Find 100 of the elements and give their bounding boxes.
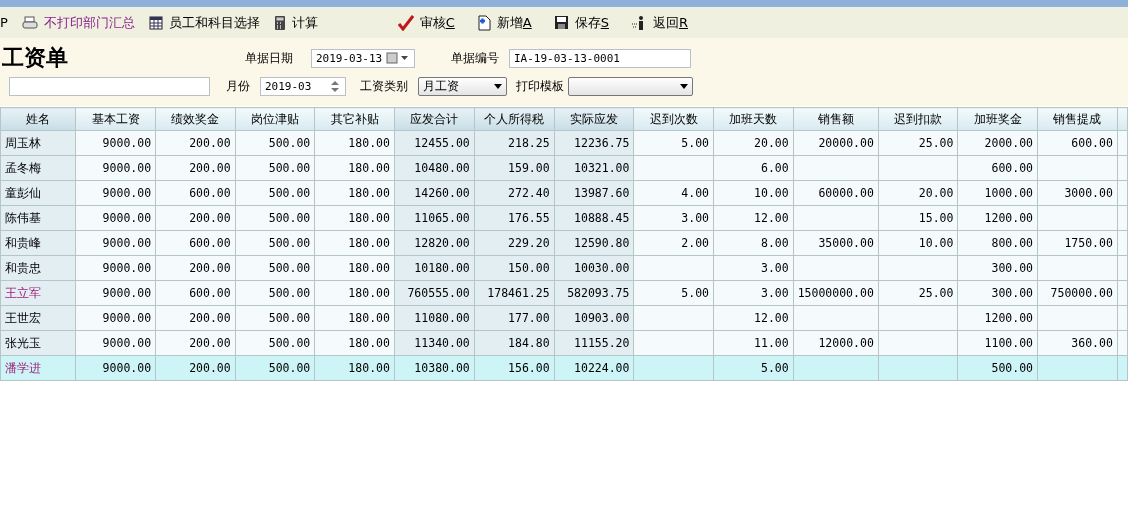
table-cell: 9000.00 [75,180,156,206]
toolbar-button[interactable]: 返回R [652,13,688,32]
table-cell: 500.00 [235,330,315,356]
table-cell: 177.00 [474,305,555,331]
table-row[interactable]: 和贵峰 9000.00 600.00 500.00 180.00 12820.00 229.20 12590.80 2.00 8.00 35000.00 10.00 800.00 1750.00 [0,230,1128,256]
table-cell: 180.00 [314,230,395,256]
name-cell: 潘学进 [0,355,76,381]
table-cell: 2.00 [633,230,714,256]
table-cell: 3.00 [633,205,714,231]
name-cell: 陈伟基 [0,205,76,231]
toolbar-button[interactable]: 不打印部门汇总 [43,13,135,32]
table-row[interactable]: 王世宏 9000.00 200.00 500.00 180.00 11080.00 177.00 10903.00 12.00 1200.00 [0,305,1128,331]
toolbar-button[interactable]: 员工和科目选择 [168,13,260,32]
table-cell: 11080.00 [394,305,475,331]
table-cell: 500.00 [235,255,315,281]
table-cell: 3000.00 [1037,180,1118,206]
table-row[interactable]: 张光玉 9000.00 200.00 500.00 180.00 11340.00 184.80 11155.20 11.00 12000.00 1100.00 360.00 [0,330,1128,356]
table-cell: 12000.00 [793,330,879,356]
table-cell: 272.40 [474,180,555,206]
new-document-icon[interactable] [476,14,491,31]
calculator-icon[interactable] [273,14,286,31]
name-cell: 和贵忠 [0,255,76,281]
table-cell: 8.00 [713,230,794,256]
table-cell: 10180.00 [394,255,475,281]
table-cell: 10321.00 [554,155,634,181]
toolbar-button[interactable]: 保存S [574,13,609,32]
table-cell: 200.00 [155,155,236,181]
print-template-dropdown[interactable] [568,76,693,96]
table-icon[interactable] [148,15,163,30]
table-cell: 500.00 [235,280,315,306]
document-number-field[interactable]: IA-19-03-13-0001 [509,48,691,68]
table-cell: 750000.00 [1037,280,1118,306]
name-cell: 孟冬梅 [0,155,76,181]
table-cell: 500.00 [235,305,315,331]
salary-type-dropdown[interactable]: 月工资 [418,76,507,96]
table-cell: 4.00 [633,180,714,206]
table-cell: 176.55 [474,205,555,231]
date-field[interactable]: 2019-03-13 [311,48,415,68]
text-field[interactable] [9,76,210,96]
form-title: 工资单 [2,43,69,72]
column-header[interactable]: 加班天数 [713,107,794,131]
table-cell: 1100.00 [957,330,1038,356]
table-cell: 10380.00 [394,355,475,381]
column-header[interactable]: 姓名 [0,107,76,131]
toolbar-button[interactable]: 审核C [419,13,455,32]
table-cell: 9000.00 [75,205,156,231]
table-cell: 180.00 [314,205,395,231]
table-cell: 300.00 [957,255,1038,281]
table-row[interactable]: 潘学进 9000.00 200.00 500.00 180.00 10380.00 156.00 10224.00 5.00 500.00 [0,355,1128,381]
calendar-dropdown-icon[interactable] [386,52,410,64]
table-cell: 760555.00 [394,280,475,306]
table-cell: 600.00 [155,180,236,206]
table-cell: 500.00 [235,130,315,156]
name-cell: 王世宏 [0,305,76,331]
table-cell: 180.00 [314,155,395,181]
table-row[interactable]: 陈伟基 9000.00 200.00 500.00 180.00 11065.00 176.55 10888.45 3.00 12.00 15.00 1200.00 [0,205,1128,231]
save-icon[interactable] [553,15,569,30]
table-cell: 12590.80 [554,230,634,256]
toolbar-button[interactable]: 新增A [496,13,532,32]
table-cell: 200.00 [155,355,236,381]
printer-icon[interactable] [21,15,38,30]
column-header[interactable]: 基本工资 [75,107,156,131]
column-header[interactable]: 迟到次数 [633,107,714,131]
table-cell: 600.00 [155,280,236,306]
column-header[interactable]: 岗位津贴 [235,107,315,131]
column-header[interactable]: 实际应发 [554,107,634,131]
table-cell: 600.00 [1037,130,1118,156]
column-header[interactable]: 个人所得税 [474,107,555,131]
checkmark-icon[interactable] [397,14,414,31]
column-header[interactable]: 其它补贴 [314,107,395,131]
table-row[interactable]: 周玉林 9000.00 200.00 500.00 180.00 12455.00 218.25 12236.75 5.00 20.00 20000.00 25.00 2000.00 600.00 [0,130,1128,156]
table-cell: 1000.00 [957,180,1038,206]
table-cell: 12236.75 [554,130,634,156]
table-cell: 600.00 [155,230,236,256]
table-cell: 500.00 [957,355,1038,381]
table-cell: 180.00 [314,355,395,381]
table-row[interactable]: 和贵忠 9000.00 200.00 500.00 180.00 10180.00 150.00 10030.00 3.00 300.00 [0,255,1128,281]
table-cell: 9000.00 [75,330,156,356]
table-cell: 500.00 [235,205,315,231]
table-cell: 180.00 [314,255,395,281]
column-header[interactable]: 销售提成 [1037,107,1118,131]
column-header[interactable]: 销售额 [793,107,879,131]
spinner-icon[interactable] [329,78,341,94]
table-row[interactable]: 童彭仙 9000.00 600.00 500.00 180.00 14260.00 272.40 13987.60 4.00 10.00 60000.00 20.00 1000.00 3000.00 [0,180,1128,206]
column-header[interactable]: 绩效奖金 [155,107,236,131]
table-cell: 1750.00 [1037,230,1118,256]
table-cell: 5.00 [633,130,714,156]
table-cell: 200.00 [155,255,236,281]
column-header[interactable]: 迟到扣款 [878,107,958,131]
table-cell: 178461.25 [474,280,555,306]
column-header[interactable]: 加班奖金 [957,107,1038,131]
table-cell: 159.00 [474,155,555,181]
table-row[interactable]: 孟冬梅 9000.00 200.00 500.00 180.00 10480.00 159.00 10321.00 6.00 600.00 [0,155,1128,181]
toolbar-button[interactable]: 计算 [291,13,318,32]
table-cell: 11065.00 [394,205,475,231]
month-field[interactable]: 2019-03 [260,76,346,96]
table-row[interactable]: 王立军 9000.00 600.00 500.00 180.00 760555.00 178461.25 582093.75 5.00 3.00 15000000.00 25.00 300.00 750000.00 [0,280,1128,306]
table-cell: 9000.00 [75,355,156,381]
toolbar-label[interactable]: P [0,15,8,30]
column-header[interactable]: 应发合计 [394,107,475,131]
